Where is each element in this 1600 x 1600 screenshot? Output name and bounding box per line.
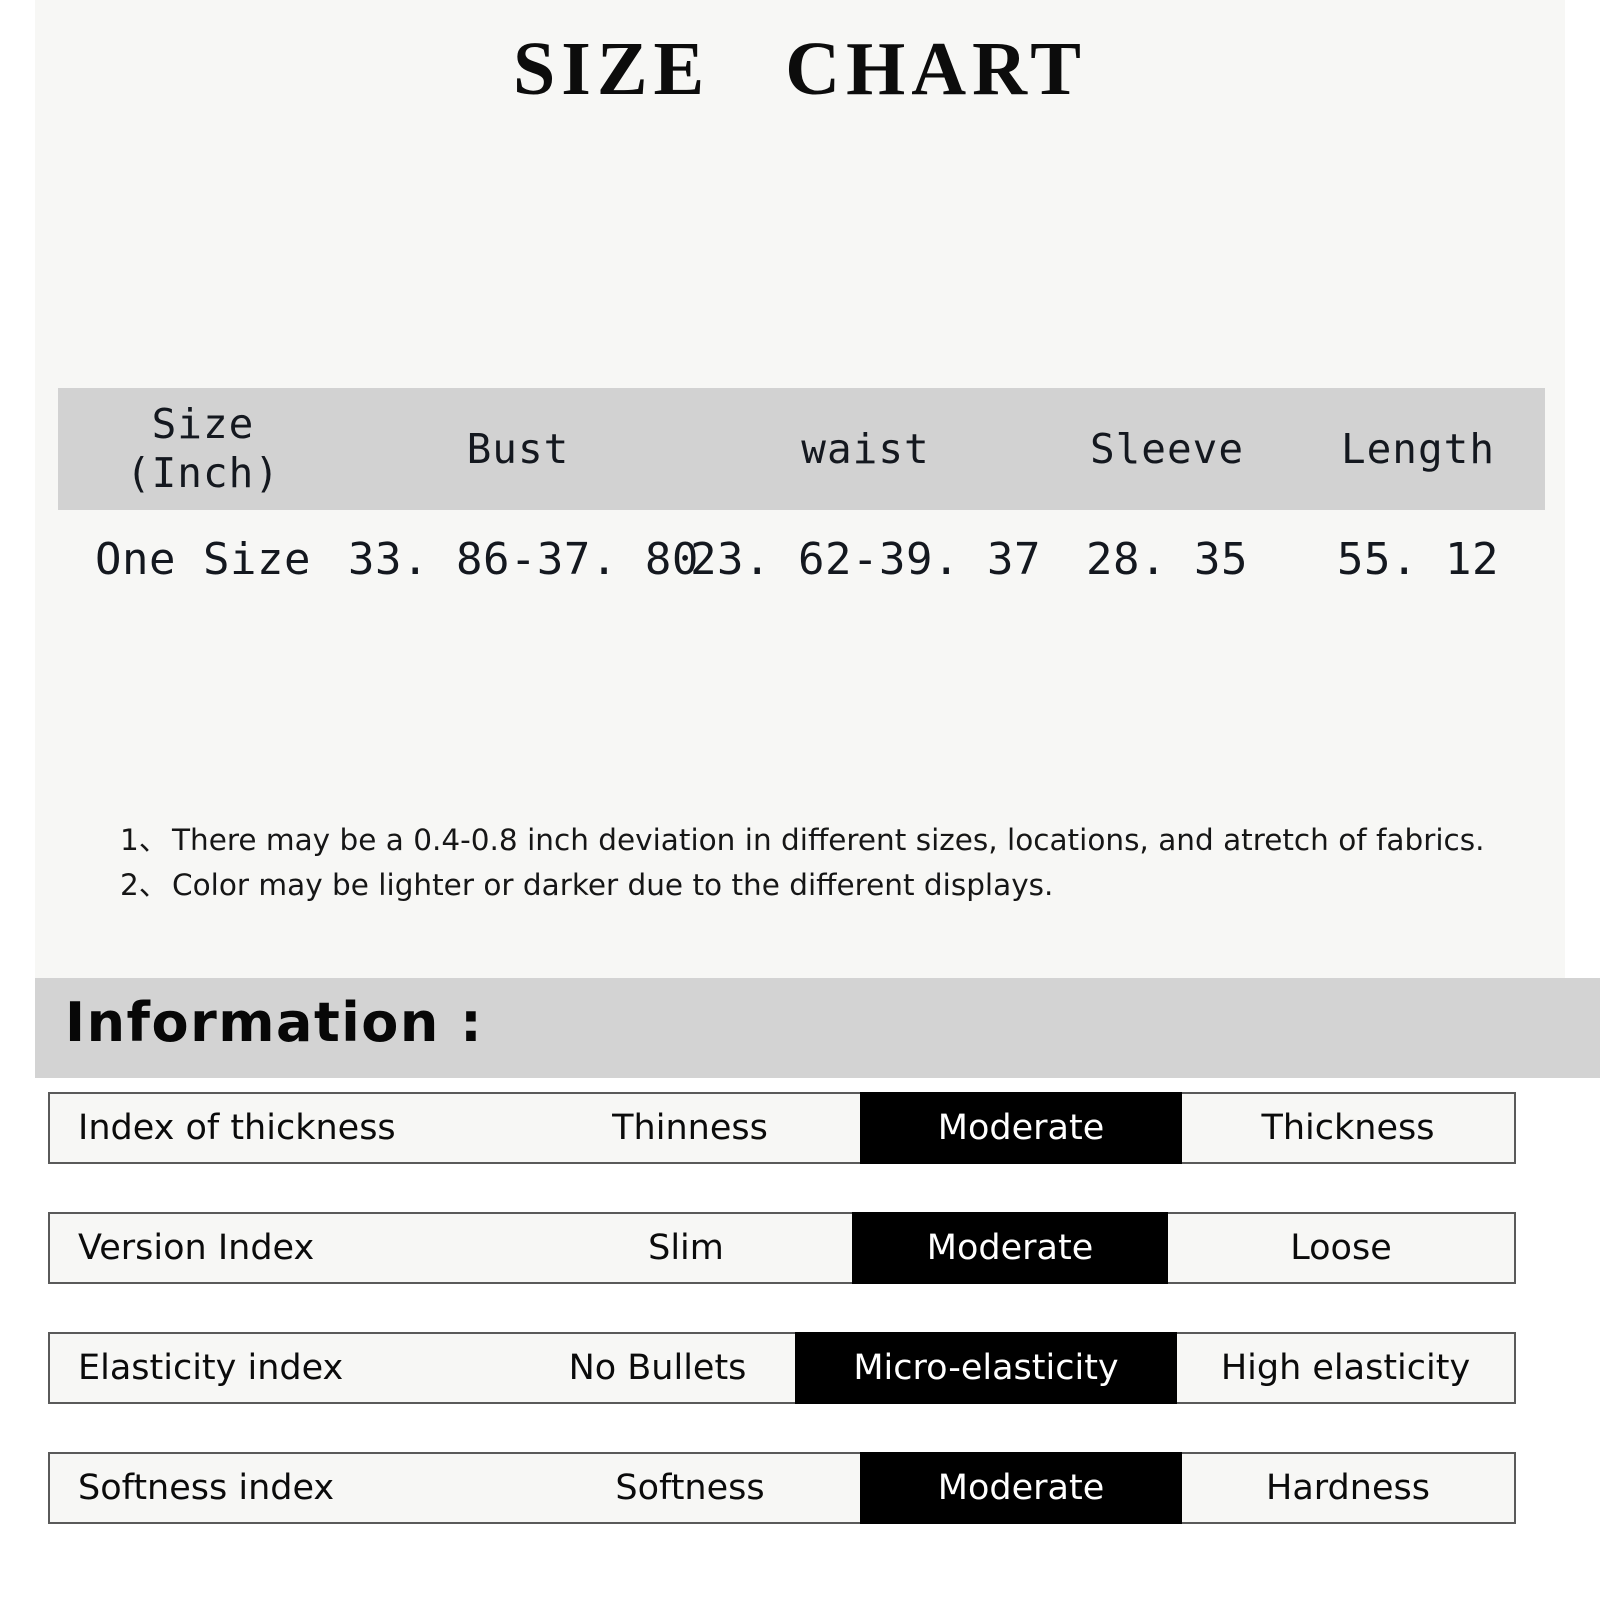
option-high-elasticity[interactable]: High elasticity xyxy=(1177,1334,1514,1402)
table-header-row: Size (Inch) Bust waist Sleeve Length xyxy=(58,388,1545,510)
notes-list: 1、 There may be a 0.4-0.8 inch deviation… xyxy=(120,818,1520,908)
row-label-version: Version Index xyxy=(78,1228,315,1268)
information-row-thickness: Index of thickness Thinness Moderate Thi… xyxy=(48,1092,1516,1164)
column-header-bust: Bust xyxy=(466,424,570,473)
option-moderate-selected[interactable]: Moderate xyxy=(852,1212,1168,1284)
table-row: One Size 33. 86-37. 80 23. 62-39. 37 28.… xyxy=(58,510,1545,608)
column-header-size-line2: (Inch) xyxy=(125,449,281,497)
row-label-elasticity: Elasticity index xyxy=(78,1348,344,1388)
option-slim[interactable]: Slim xyxy=(520,1214,852,1282)
information-rows: Index of thickness Thinness Moderate Thi… xyxy=(48,1092,1516,1572)
size-table-body: One Size 33. 86-37. 80 23. 62-39. 37 28.… xyxy=(58,510,1545,608)
size-table-header: Size (Inch) Bust waist Sleeve Length xyxy=(58,388,1545,510)
page-title: SIZE CHART xyxy=(512,27,1087,111)
column-header-waist: waist xyxy=(801,424,930,473)
note-number: 2、 xyxy=(120,867,169,902)
cell-waist: 23. 62-39. 37 xyxy=(690,533,1041,585)
option-thinness[interactable]: Thinness xyxy=(520,1094,860,1162)
option-no-bullets[interactable]: No Bullets xyxy=(520,1334,795,1402)
size-chart-panel: SIZE CHART Size (Inch) Bust waist Sleeve xyxy=(35,0,1565,978)
note-item: 1、 There may be a 0.4-0.8 inch deviation… xyxy=(120,818,1520,863)
information-title: Information : xyxy=(65,991,484,1054)
information-row-elasticity: Elasticity index No Bullets Micro-elasti… xyxy=(48,1332,1516,1404)
cell-size: One Size xyxy=(95,533,311,585)
information-band: Information : xyxy=(35,978,1600,1078)
row-label-thickness: Index of thickness xyxy=(78,1108,396,1148)
size-measurements-table: Size (Inch) Bust waist Sleeve Length One… xyxy=(58,388,1545,608)
option-thickness[interactable]: Thickness xyxy=(1182,1094,1514,1162)
option-hardness[interactable]: Hardness xyxy=(1182,1454,1514,1522)
cell-bust: 33. 86-37. 80 xyxy=(348,533,699,585)
option-micro-elasticity-selected[interactable]: Micro-elasticity xyxy=(795,1332,1177,1404)
size-chart-page: SIZE CHART Size (Inch) Bust waist Sleeve xyxy=(0,0,1600,1600)
row-label-softness: Softness index xyxy=(78,1468,335,1508)
column-header-size-line1: Size xyxy=(151,399,255,448)
note-text: There may be a 0.4-0.8 inch deviation in… xyxy=(172,823,1485,857)
option-moderate-selected[interactable]: Moderate xyxy=(860,1452,1182,1524)
column-header-length: Length xyxy=(1340,424,1496,473)
option-moderate-selected[interactable]: Moderate xyxy=(860,1092,1182,1164)
cell-sleeve: 28. 35 xyxy=(1086,533,1248,585)
option-loose[interactable]: Loose xyxy=(1168,1214,1514,1282)
information-row-softness: Softness index Softness Moderate Hardnes… xyxy=(48,1452,1516,1524)
column-header-size: Size (Inch) xyxy=(58,388,348,510)
note-item: 2、 Color may be lighter or darker due to… xyxy=(120,863,1520,908)
option-softness[interactable]: Softness xyxy=(520,1454,860,1522)
information-row-version: Version Index Slim Moderate Loose xyxy=(48,1212,1516,1284)
cell-length: 55. 12 xyxy=(1337,533,1499,585)
column-header-sleeve: Sleeve xyxy=(1089,424,1245,473)
note-number: 1、 xyxy=(120,823,169,857)
note-text: Color may be lighter or darker due to th… xyxy=(172,867,1054,902)
